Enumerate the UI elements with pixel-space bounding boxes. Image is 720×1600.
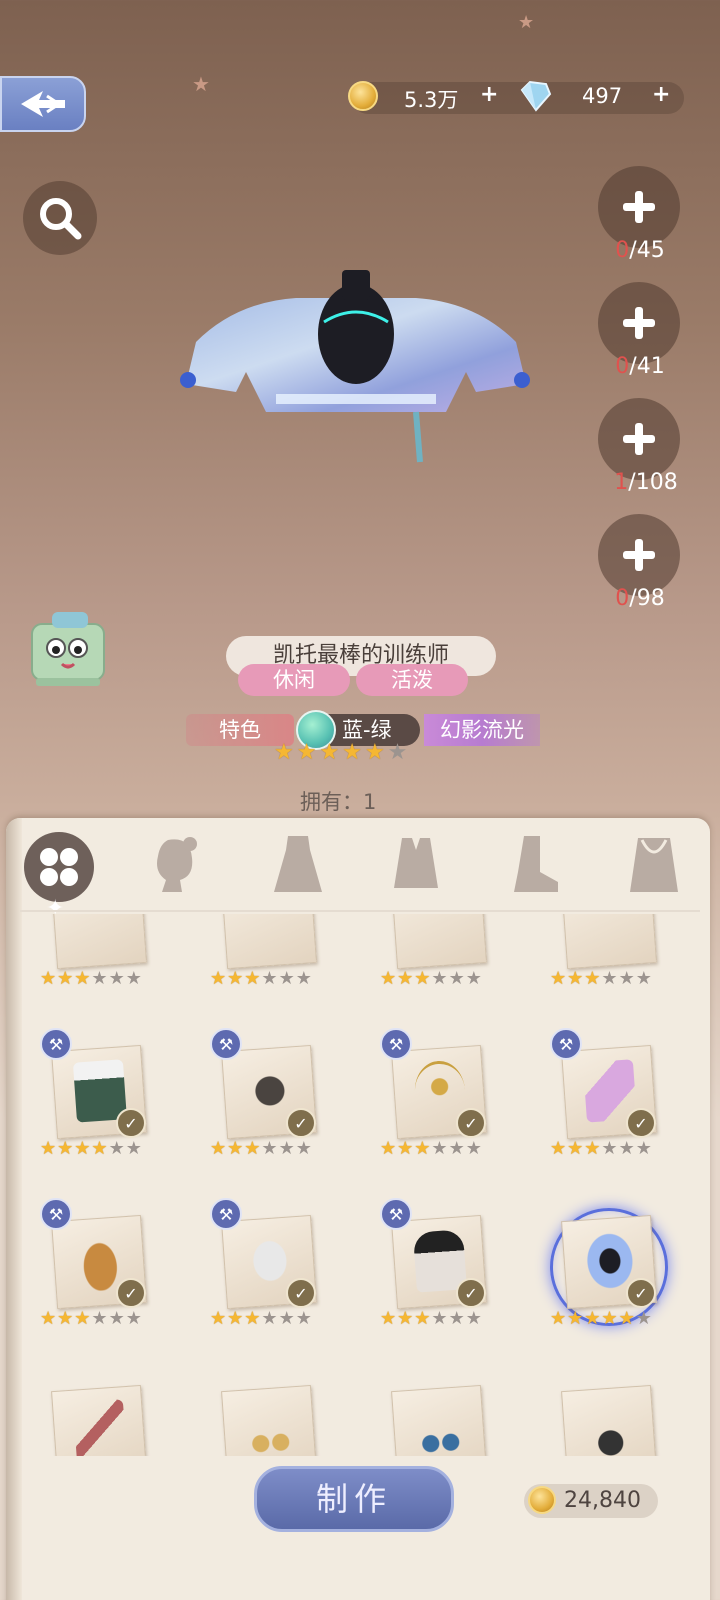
earring-blue-item-image [412,1399,467,1456]
fan-item-image [72,1399,127,1456]
plus-icon [621,189,657,225]
back-arrow-icon [21,91,65,117]
tab-coat[interactable] [386,834,446,898]
item-card[interactable] [221,1384,317,1456]
series-tag: 幻影流光 [424,714,540,746]
craft-hammer-icon: ⚒ [40,1028,72,1060]
item-card[interactable] [561,914,657,970]
card-rating: ★ ★ ★ ★ ★ ★ [40,1138,142,1159]
style-tag-casual: 休闲 [238,664,350,696]
coin-amount: 5.3万 [404,88,459,112]
owned-check-icon: ✓ [286,1278,316,1308]
sewing-machine-mascot[interactable] [26,604,110,694]
back-button[interactable] [0,76,86,132]
tab-dress[interactable] [270,834,326,900]
material-slot-1-count: 0/45 [615,238,665,263]
craft-cost-amount: 24,840 [564,1488,641,1513]
bg-star-decor: ★ [192,72,210,96]
grid-row-1-clip [20,914,700,974]
card-rating: ★ ★ ★ ★ ★ ★ [40,1308,142,1329]
search-button[interactable] [23,181,97,255]
craft-hammer-icon: ⚒ [550,1028,582,1060]
clover-icon [40,848,78,886]
star-icon: ★ [296,740,317,765]
add-coins-button[interactable]: + [480,82,498,107]
owned-check-icon: ✓ [456,1278,486,1308]
card-rating: ★ ★ ★ ★ ★ ★ [210,968,312,989]
craft-hammer-icon: ⚒ [210,1028,242,1060]
item-card[interactable] [391,1384,487,1456]
earring-dark-item-image [582,1399,637,1456]
owned-check-icon: ✓ [456,1108,486,1138]
star-icon: ★ [387,740,408,765]
material-slot-3-button[interactable] [598,398,680,480]
star-icon: ★ [342,740,362,765]
boot-icon [514,836,558,892]
grid-row-4-clip [20,1380,700,1456]
material-slot-4-count: 0/98 [615,586,665,611]
search-icon [40,198,82,240]
owned-check-icon: ✓ [116,1108,146,1138]
tab-shoes[interactable] [506,834,562,900]
material-slot-2-count: 0/41 [615,354,665,379]
card-rating: ★ ★ ★ ★ ★ ★ [380,1138,482,1159]
card-rating: ★ ★ ★ ★ ★ ★ [380,1308,482,1329]
material-slot-4-button[interactable] [598,514,680,596]
craft-hammer-icon: ⚒ [40,1198,72,1230]
card-rating: ★ ★ ★ ★ ★ ★ [550,1138,652,1159]
style-tag-lively: 活泼 [356,664,468,696]
card-rating: ★ ★ ★ ★ ★ ★ [380,968,482,989]
tab-divider [20,910,700,912]
earring-item-image [242,1399,297,1456]
tab-accessory[interactable] [626,834,682,900]
craft-hammer-icon: ⚒ [380,1198,412,1230]
star-icon: ★ [319,740,340,765]
owned-check-icon: ✓ [626,1108,656,1138]
plus-icon [621,421,657,457]
owned-check-icon: ✓ [626,1278,656,1308]
coin-icon [348,81,378,111]
star-icon: ★ [274,740,294,765]
make-button[interactable]: 制作 [254,1466,454,1532]
coin-icon [528,1486,556,1514]
item-card[interactable] [561,1384,657,1456]
material-slot-2-button[interactable] [598,282,680,364]
plus-icon [621,537,657,573]
craft-hammer-icon: ⚒ [210,1198,242,1230]
hair-icon [157,837,197,892]
owned-check-icon: ✓ [286,1108,316,1138]
card-rating: ★ ★ ★ ★ ★ ★ [210,1308,312,1329]
owned-count: 拥有：1 [300,790,377,814]
necklace-icon [630,838,678,892]
tab-hair[interactable] [150,836,204,900]
item-card[interactable] [221,914,317,970]
material-slot-3-count: 1/108 [614,470,678,495]
item-card[interactable] [51,1384,147,1456]
card-rating: ★ ★ ★ ★ ★ ★ [210,1138,312,1159]
plus-icon [621,305,657,341]
card-rating: ★ ★ ★ ★ ★ ★ [550,1308,652,1329]
item-card[interactable] [391,914,487,970]
bg-star-decor: ★ [518,12,535,33]
item-card[interactable] [51,914,147,970]
add-gems-button[interactable]: + [652,82,670,107]
tab-all-categories[interactable] [24,832,94,902]
star-icon: ★ [364,740,385,765]
gem-icon [518,80,552,116]
material-slot-1-button[interactable] [598,166,680,248]
gem-amount: 497 [582,84,623,108]
owned-check-icon: ✓ [116,1278,146,1308]
item-rating: ★ ★ ★ ★ ★ ★ [274,742,407,764]
dress-icon [274,836,322,892]
card-rating: ★ ★ ★ ★ ★ ★ [40,968,142,989]
craft-hammer-icon: ⚒ [380,1028,412,1060]
coat-icon [394,838,438,888]
card-rating: ★ ★ ★ ★ ★ ★ [550,968,652,989]
item-preview-image [176,262,536,476]
